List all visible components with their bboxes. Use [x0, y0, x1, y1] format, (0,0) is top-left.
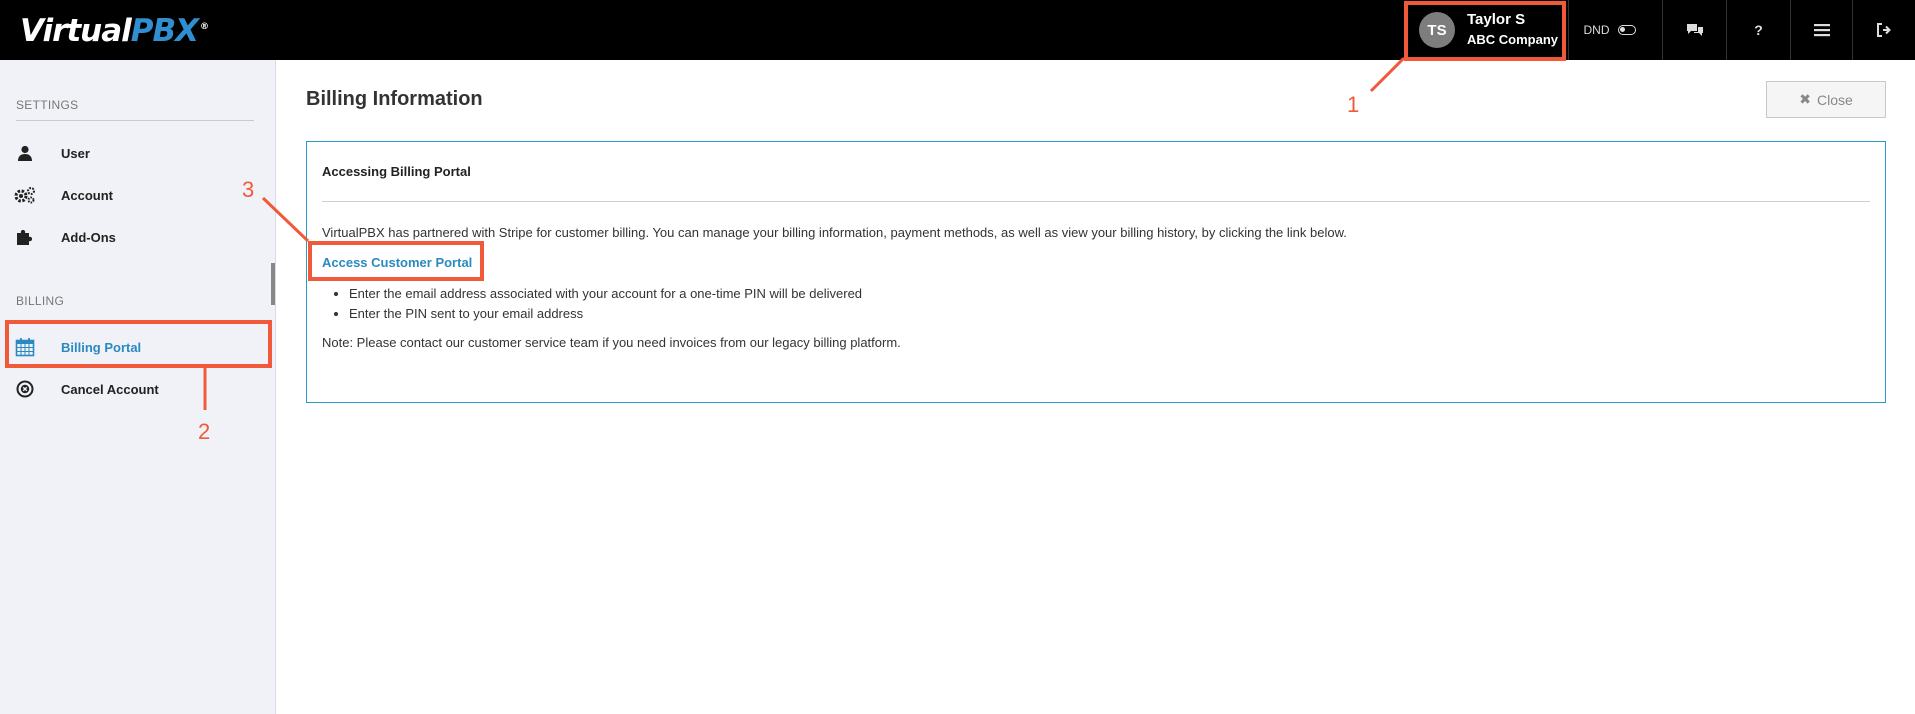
legacy-billing-note: Note: Please contact our customer servic… — [322, 335, 901, 350]
sidebar-item-account[interactable]: Account — [0, 174, 276, 216]
sidebar-section-billing: BILLING — [16, 294, 65, 308]
annotation-number-2: 2 — [198, 419, 211, 444]
close-button-label: Close — [1816, 91, 1853, 108]
active-item-indicator — [271, 263, 275, 305]
sidebar-item-label: Cancel Account — [61, 381, 159, 397]
close-button[interactable]: ✖ Close — [1766, 81, 1886, 118]
sidebar-item-cancel-account[interactable]: Cancel Account — [0, 368, 276, 410]
billing-description: VirtualPBX has partnered with Stripe for… — [322, 225, 1347, 240]
cancel-circle-icon — [14, 378, 36, 400]
sidebar-item-label: Account — [61, 187, 113, 203]
hamburger-menu-icon — [1813, 24, 1830, 37]
sidebar-item-label: Add-Ons — [61, 229, 116, 245]
logo-text-virtual: Virtual — [20, 13, 132, 49]
panel-divider — [322, 201, 1870, 202]
annotation-connector-1 — [1369, 56, 1406, 93]
portal-steps-list: Enter the email address associated with … — [349, 284, 862, 324]
help-button[interactable]: ? — [1726, 0, 1790, 60]
annotation-highlight-portal-link — [308, 241, 484, 281]
billing-portal-panel: Accessing Billing Portal VirtualPBX has … — [306, 141, 1886, 403]
annotation-number-1: 1 — [1347, 92, 1360, 117]
logo-registered-mark: ® — [200, 22, 209, 32]
page-title: Billing Information — [306, 88, 483, 110]
annotation-number-3: 3 — [242, 177, 255, 202]
sidebar-section-settings: SETTINGS — [16, 98, 79, 112]
sidebar-item-user[interactable]: User — [0, 132, 276, 174]
list-item: Enter the PIN sent to your email address — [349, 304, 862, 324]
sidebar-item-label: User — [61, 145, 90, 161]
panel-title: Accessing Billing Portal — [322, 164, 471, 179]
toggle-switch-icon — [1617, 25, 1636, 35]
user-icon — [14, 142, 36, 164]
question-icon: ? — [1754, 22, 1763, 38]
settings-sidebar: SETTINGS User Account Add-Ons BILLING Bi… — [0, 60, 276, 714]
virtualpbx-logo[interactable]: VirtualPBX ® — [20, 13, 209, 49]
dnd-toggle[interactable]: DND — [1568, 0, 1650, 60]
top-bar: VirtualPBX ® TS Taylor S ABC Company DND … — [0, 0, 1915, 60]
annotation-highlight-billing-portal — [5, 320, 272, 368]
chat-button[interactable] — [1662, 0, 1726, 60]
sign-out-icon — [1877, 23, 1891, 37]
dnd-label: DND — [1583, 23, 1610, 37]
chat-bubbles-icon — [1686, 24, 1703, 36]
gears-icon — [14, 184, 36, 206]
logo-text-pbx: PBX — [130, 13, 199, 49]
section-divider — [16, 120, 254, 121]
puzzle-icon — [14, 226, 36, 248]
close-icon: ✖ — [1799, 91, 1811, 107]
sidebar-item-add-ons[interactable]: Add-Ons — [0, 216, 276, 258]
menu-button[interactable] — [1790, 0, 1852, 60]
logout-button[interactable] — [1852, 0, 1915, 60]
list-item: Enter the email address associated with … — [349, 284, 862, 304]
annotation-highlight-user — [1404, 1, 1566, 61]
